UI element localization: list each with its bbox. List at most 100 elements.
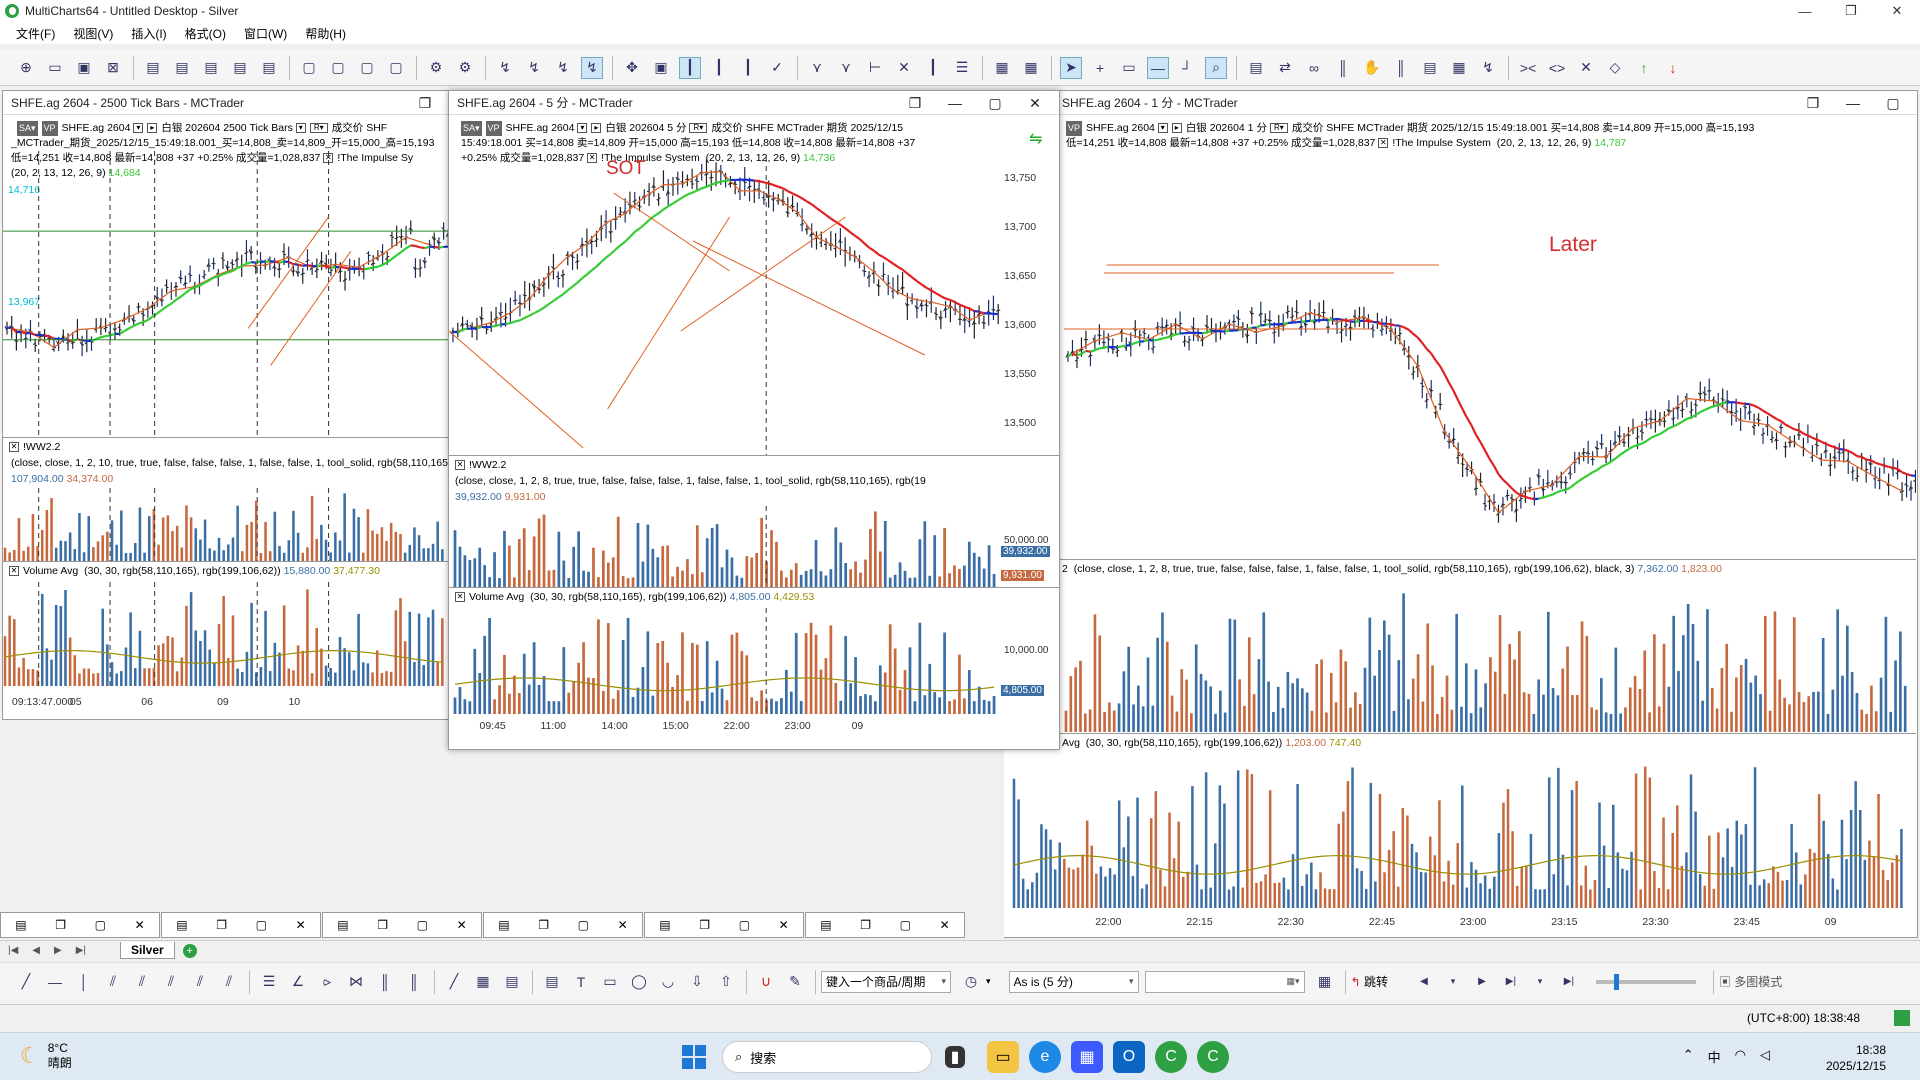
format-icon[interactable]: ✥ <box>621 57 643 79</box>
menu-window[interactable]: 窗口(W) <box>244 25 287 42</box>
arrow-down-tool-icon[interactable]: ⇩ <box>686 971 708 993</box>
calendar-icon[interactable]: ▦ <box>1314 971 1336 993</box>
min-icon[interactable]: — <box>935 91 975 115</box>
start-button[interactable] <box>682 1045 706 1069</box>
ellipse-icon[interactable]: ◯ <box>628 971 650 993</box>
zoom-out-h-icon[interactable]: <> <box>1546 57 1568 79</box>
indicator-icon[interactable]: ↯ <box>494 57 516 79</box>
fib-icon[interactable]: ☰ <box>258 971 280 993</box>
add-sheet-icon[interactable]: + <box>182 943 197 958</box>
window-icon[interactable]: ▢ <box>298 57 320 79</box>
arrow-up-tool-icon[interactable]: ⇧ <box>715 971 737 993</box>
link-icon[interactable]: ∞ <box>1303 57 1325 79</box>
multicharts-icon[interactable]: C <box>1155 1041 1187 1073</box>
sa-badge[interactable]: SA▾ <box>461 121 482 136</box>
fib-fan-icon[interactable]: ⫽ <box>160 971 182 993</box>
strategy-icon[interactable]: ↯ <box>552 57 574 79</box>
zoom-icon[interactable]: ⌕ <box>1205 56 1227 79</box>
mini-window-3[interactable]: ▤ ❐ ▢ ✕ <box>322 912 482 938</box>
mini-window-6[interactable]: ▤ ❐ ▢ ✕ <box>805 912 965 938</box>
crosshair-icon[interactable]: + <box>1089 57 1111 79</box>
compare-icon[interactable]: ⇄ <box>1274 57 1296 79</box>
arrow-up-icon[interactable]: ↑ <box>1633 57 1655 79</box>
speed-icon[interactable]: ⫽ <box>218 971 240 993</box>
chart-window-5min[interactable]: SHFE.ag 2604 - 5 分 - MCTrader ❐ — ▢ ✕ SA▾ VP… <box>448 90 1060 750</box>
next-sheet-icon[interactable]: ▶ <box>54 945 62 956</box>
pattern2-icon[interactable]: ⋎ <box>835 57 857 79</box>
play-icon[interactable]: ▶ <box>1471 971 1493 993</box>
sa-badge[interactable]: VP <box>1066 121 1083 136</box>
grid-tool-icon[interactable]: ▦ <box>472 971 494 993</box>
order-icon[interactable]: ▤ <box>229 57 251 79</box>
chart-window-1min[interactable]: SHFE.ag 2604 - 1 分 - MCTrader ❐ — ▢ VP SHFE… <box>1004 90 1918 938</box>
speed-slider[interactable] <box>1595 973 1696 990</box>
arrow-down-icon[interactable]: ↓ <box>1662 57 1684 79</box>
pattern3-icon[interactable]: ⊢ <box>864 57 886 79</box>
multi-chart-mode[interactable]: ▣ 多图模式 <box>1719 973 1782 990</box>
zoom-v-icon[interactable]: ◇ <box>1604 57 1626 79</box>
fan-icon[interactable]: ⫽ <box>189 971 211 993</box>
menu-insert[interactable]: 插入(I) <box>131 25 166 42</box>
restore-icon[interactable]: ❐ <box>1793 91 1833 115</box>
vline-icon[interactable]: ┘ <box>1176 57 1198 79</box>
vline-tool-icon[interactable]: │ <box>73 971 95 993</box>
window3-icon[interactable]: ▢ <box>356 57 378 79</box>
end-icon[interactable]: ▶| <box>1558 971 1580 993</box>
price-chart[interactable] <box>1064 161 1916 561</box>
wifi-icon[interactable]: ◠ <box>1735 1047 1746 1066</box>
maximize-button[interactable]: ❐ <box>1828 0 1874 22</box>
calc-tool-icon[interactable]: ▤ <box>541 971 563 993</box>
profile-icon[interactable]: ☰ <box>951 57 973 79</box>
time-zone-icon[interactable]: ║ <box>403 971 425 993</box>
text-box-icon[interactable]: ▤ <box>501 971 523 993</box>
drawing-tool-icon[interactable]: ↯ <box>581 56 603 79</box>
study-icon[interactable]: ⚙ <box>425 57 447 79</box>
pattern-icon[interactable]: ⋎ <box>806 57 828 79</box>
prev-sheet-icon[interactable]: ◀ <box>32 945 40 956</box>
dom-icon[interactable]: ▤ <box>200 57 222 79</box>
window2-icon[interactable]: ▢ <box>327 57 349 79</box>
max-icon[interactable]: ▢ <box>1873 91 1913 115</box>
jump-button[interactable]: ↰ 跳转 <box>1351 973 1388 990</box>
restore-icon[interactable]: ❐ <box>405 91 445 115</box>
study-remove-icon[interactable]: ⚙ <box>454 57 476 79</box>
ohlc-icon[interactable]: ┃ <box>737 57 759 79</box>
price-chart[interactable] <box>3 151 449 437</box>
line-chart-icon[interactable]: ✓ <box>766 57 788 79</box>
edge-icon[interactable]: e <box>1029 1041 1061 1073</box>
taskview-icon[interactable]: ▮ <box>945 1046 965 1068</box>
store-icon[interactable]: ▦ <box>1071 1041 1103 1073</box>
calc-icon[interactable]: ▦ <box>1448 57 1470 79</box>
histogram-icon[interactable]: ▦ <box>991 57 1013 79</box>
settings-icon[interactable]: ▣ <box>650 57 672 79</box>
first-sheet-icon[interactable]: |◀ <box>8 945 18 956</box>
interval-select[interactable]: As is (5 分) ▾ <box>1008 970 1139 993</box>
r-menu[interactable]: R▾ <box>309 123 328 134</box>
layout-icon[interactable]: ▤ <box>1419 57 1441 79</box>
clock-icon[interactable]: ◷ <box>960 971 982 993</box>
gann-icon[interactable]: ∠ <box>287 971 309 993</box>
paint-icon[interactable]: ✎ <box>784 971 806 993</box>
rewind-menu-icon[interactable]: ▾ <box>1442 971 1464 993</box>
new-icon[interactable]: ⊕ <box>15 57 37 79</box>
zoom-in-h-icon[interactable]: >< <box>1517 57 1539 79</box>
date-input[interactable]: ▦▾ <box>1144 970 1305 993</box>
volume-avg-pane[interactable]: Avg (30, 30, rgb(58,110,165), rgb(199,10… <box>1004 733 1916 909</box>
mini-window-5[interactable]: ▤ ❐ ▢ ✕ <box>644 912 804 938</box>
trendline-icon[interactable]: ╱ <box>15 971 37 993</box>
tick-icon[interactable]: ║ <box>1332 57 1354 79</box>
step-icon[interactable]: ▶| <box>1500 971 1522 993</box>
minimize-button[interactable]: — <box>1782 0 1828 22</box>
bars-icon[interactable]: ┃ <box>922 57 944 79</box>
ww-pane[interactable]: ✕ !WW2.2 (close, close, 1, 2, 10, true, t… <box>3 437 476 562</box>
andrews-icon[interactable]: ⪧ <box>316 971 338 993</box>
weather-widget[interactable]: ☾ 8°C 晴朗 <box>20 1041 72 1071</box>
close-icon[interactable]: ✕ <box>1015 91 1055 115</box>
tray-chevron-icon[interactable]: ⌃ <box>1683 1047 1694 1066</box>
channel2-icon[interactable]: ⫽ <box>131 971 153 993</box>
menu-file[interactable]: 文件(F) <box>16 25 55 42</box>
open-icon[interactable]: ▭ <box>44 57 66 79</box>
menu-view[interactable]: 视图(V) <box>73 25 113 42</box>
mini-window-4[interactable]: ▤ ❐ ▢ ✕ <box>483 912 643 938</box>
chart-window-icon[interactable]: ▤ <box>142 57 164 79</box>
